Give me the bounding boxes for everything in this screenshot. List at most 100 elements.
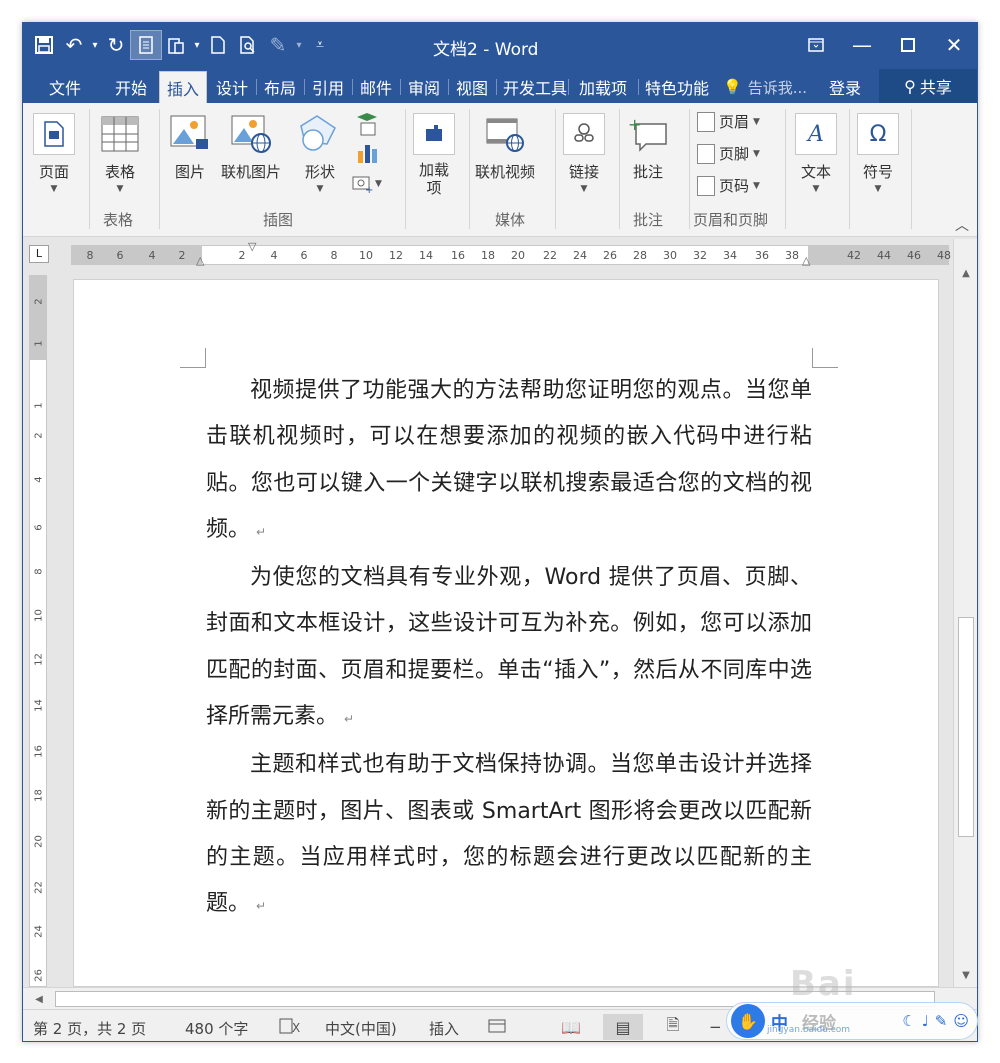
tab-home[interactable]: 开始 <box>105 71 157 103</box>
watermark-toolbar: ☾ ♩ ✎ ☺ <box>902 1012 969 1030</box>
read-mode-icon[interactable]: 📖 <box>551 1014 591 1040</box>
tab-addins[interactable]: 加载项 <box>569 71 637 103</box>
first-line-indent-marker[interactable]: ▽ <box>248 240 256 253</box>
print-layout-icon[interactable]: ▤ <box>603 1014 643 1040</box>
page-number-button[interactable]: 页码 ▼ <box>697 175 760 196</box>
page-button[interactable]: 页面 ▼ <box>33 113 75 194</box>
group-label-media: 媒体 <box>495 211 526 229</box>
ribbon-tabs: 文件 开始 插入 设计 布局 引用 邮件 审阅 视图 开发工具 加载项 特色功能… <box>23 67 977 103</box>
maximize-icon[interactable] <box>885 23 931 67</box>
login-button[interactable]: 登录 <box>829 71 861 103</box>
ruler-tick: 6 <box>116 249 124 262</box>
tab-design[interactable]: 设计 <box>209 71 255 103</box>
shapes-label: 形状 <box>304 163 335 181</box>
tab-developer[interactable]: 开发工具 <box>497 71 567 103</box>
addins-button[interactable]: 加载 项 <box>413 113 455 197</box>
print-preview-icon[interactable] <box>233 31 263 59</box>
document-body[interactable]: 视频提供了功能强大的方法帮助您证明您的观点。当您单击联机视频时，可以在想要添加的… <box>206 368 812 930</box>
svg-text:+: + <box>628 116 641 134</box>
table-button[interactable]: 表格 ▼ <box>99 113 141 194</box>
ribbon-separator <box>849 109 850 229</box>
save-icon[interactable] <box>29 31 59 59</box>
undo-icon[interactable]: ↶ <box>59 31 89 59</box>
document-icon[interactable] <box>130 30 162 60</box>
macro-icon[interactable] <box>487 1018 507 1038</box>
screenshot-button[interactable]: + ▼ <box>351 173 382 193</box>
ruler-tick: 20 <box>511 249 525 262</box>
close-icon[interactable]: ✕ <box>931 23 977 67</box>
chart-button[interactable] <box>355 141 379 165</box>
word-window: ↶ ▾ ↻ ▾ ✎ ▾ ⩡ 文档2 - Word — ✕ 文件 开始 插入 设计… <box>22 22 978 1042</box>
paragraph[interactable]: 主题和样式也有助于文档保持协调。当您单击设计并选择新的主题时，图片、图表或 Sm… <box>206 742 812 929</box>
right-indent-marker[interactable]: △ <box>802 254 810 267</box>
web-layout-icon[interactable]: 🗎 <box>653 1014 693 1040</box>
pen-dropdown-icon[interactable]: ▾ <box>293 40 305 51</box>
shapes-dropdown-icon: ▼ <box>316 184 324 194</box>
paste-icon[interactable] <box>161 31 191 59</box>
tell-me-label: 告诉我... <box>747 78 807 97</box>
redo-icon[interactable]: ↻ <box>101 31 131 59</box>
ribbon-separator <box>405 109 406 229</box>
comment-button[interactable]: + 批注 <box>627 113 669 182</box>
picture-button[interactable]: 图片 <box>169 113 211 182</box>
shapes-button[interactable]: 形状 ▼ <box>299 113 341 194</box>
vertical-scrollbar[interactable]: ▲ ▼ <box>953 239 977 987</box>
scroll-up-icon[interactable]: ▲ <box>956 263 976 283</box>
tab-insert[interactable]: 插入 <box>159 71 207 103</box>
paragraph[interactable]: 视频提供了功能强大的方法帮助您证明您的观点。当您单击联机视频时，可以在想要添加的… <box>206 368 812 555</box>
page-count[interactable]: 第 2 页，共 2 页 <box>33 1018 146 1039</box>
paragraph-mark: ↵ <box>256 524 267 539</box>
share-button[interactable]: ⚲ 共享 <box>879 69 977 103</box>
page-dropdown-icon: ▼ <box>50 184 58 194</box>
vertical-ruler[interactable]: 2 1 1 2 4 6 8 10 12 14 16 18 20 22 24 26 <box>29 275 47 987</box>
text-button[interactable]: A 文本 ▼ <box>795 113 837 194</box>
table-label: 表格 <box>104 163 135 181</box>
horizontal-ruler[interactable]: 8 6 4 2 2 4 6 8 10 12 14 16 18 20 22 24 26 28 30 32 34 36 38 42… <box>71 240 951 267</box>
header-button[interactable]: 页眉 ▼ <box>697 111 760 132</box>
comment-icon: + <box>627 113 669 155</box>
language[interactable]: 中文(中国) <box>325 1018 397 1039</box>
link-button[interactable]: 链接 ▼ <box>563 113 605 194</box>
paste-dropdown-icon[interactable]: ▾ <box>191 40 203 51</box>
ribbon-display-icon[interactable] <box>793 23 839 67</box>
vruler-tick: 4 <box>33 476 45 483</box>
tab-view[interactable]: 视图 <box>449 71 495 103</box>
minimize-icon[interactable]: — <box>839 23 885 67</box>
insert-mode[interactable]: 插入 <box>429 1018 459 1039</box>
moon-icon: ☾ <box>902 1012 916 1030</box>
online-picture-button[interactable]: 联机图片 <box>221 113 281 182</box>
tell-me-box[interactable]: 💡 告诉我... <box>723 71 807 103</box>
smartart-button[interactable] <box>355 111 379 137</box>
tab-featured[interactable]: 特色功能 <box>639 71 709 103</box>
undo-dropdown-icon[interactable]: ▾ <box>89 40 101 51</box>
page[interactable]: 视频提供了功能强大的方法帮助您证明您的观点。当您单击联机视频时，可以在想要添加的… <box>73 279 939 987</box>
word-count[interactable]: 480 个字 <box>185 1018 248 1039</box>
symbol-button[interactable]: Ω 符号 ▼ <box>857 113 899 194</box>
scroll-down-icon[interactable]: ▼ <box>956 965 976 985</box>
footer-button[interactable]: 页脚 ▼ <box>697 143 760 164</box>
pen-icon[interactable]: ✎ <box>263 31 293 59</box>
ruler-tick: 18 <box>481 249 495 262</box>
text-icon: A <box>795 113 837 155</box>
screenshot-icon: + <box>352 176 373 193</box>
online-video-button[interactable]: 联机视频 <box>475 113 535 182</box>
paragraph[interactable]: 为使您的文档具有专业外观，Word 提供了页眉、页脚、封面和文本框设计，这些设计… <box>206 555 812 742</box>
new-doc-icon[interactable] <box>203 31 233 59</box>
scroll-thumb[interactable] <box>958 617 974 837</box>
tab-file[interactable]: 文件 <box>33 71 97 103</box>
ruler-tick: 30 <box>663 249 677 262</box>
tab-references[interactable]: 引用 <box>305 71 351 103</box>
group-label-header-footer: 页眉和页脚 <box>693 211 769 229</box>
proofing-icon[interactable]: X <box>279 1018 301 1038</box>
more-icon[interactable]: ⩡ <box>305 31 335 59</box>
tab-layout[interactable]: 布局 <box>257 71 303 103</box>
zoom-out-icon[interactable]: − <box>709 1018 722 1036</box>
svg-text:X: X <box>292 1021 300 1034</box>
tab-review[interactable]: 审阅 <box>401 71 447 103</box>
tab-mailings[interactable]: 邮件 <box>353 71 399 103</box>
tab-selector[interactable]: L <box>29 245 49 263</box>
collapse-ribbon-icon[interactable]: ︿ <box>955 215 969 235</box>
scroll-left-icon[interactable]: ◀ <box>29 990 49 1008</box>
left-indent-marker[interactable]: △ <box>196 254 204 267</box>
online-picture-label: 联机图片 <box>221 163 282 181</box>
